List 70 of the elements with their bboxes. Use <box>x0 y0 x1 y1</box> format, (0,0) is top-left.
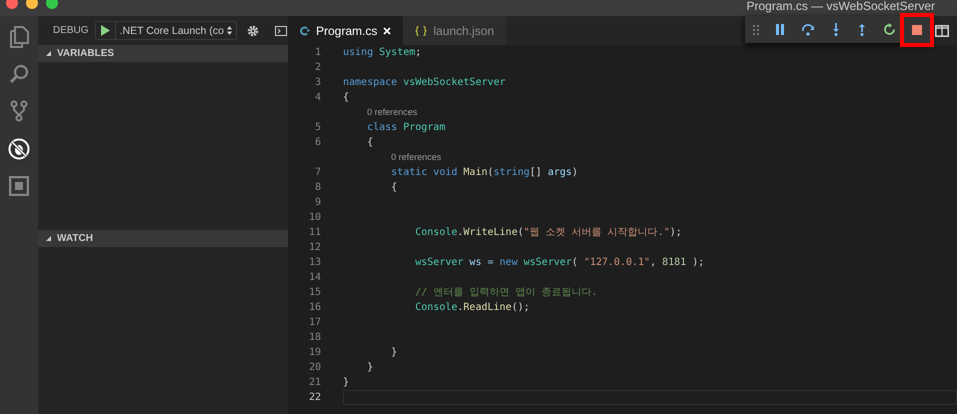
line-number: 21 <box>308 376 321 390</box>
line-number: 16 <box>308 301 321 315</box>
code-line: { <box>391 181 398 195</box>
line-number: 7 <box>314 166 321 180</box>
split-editor-icon[interactable] <box>935 25 949 37</box>
git-branch-icon[interactable] <box>10 100 28 122</box>
code-line: { <box>367 136 374 150</box>
configuration-name: .NET Core Launch (co <box>120 24 224 36</box>
code-line: } <box>391 346 398 360</box>
settings-icon[interactable] <box>246 24 259 36</box>
section-header[interactable]: WATCH <box>38 230 288 246</box>
line-number: 17 <box>308 316 321 330</box>
code-line: } <box>343 376 350 390</box>
line-number: 2 <box>314 61 321 75</box>
line-number: 1 <box>314 46 321 60</box>
line-number: 22 <box>308 391 321 405</box>
search-icon[interactable] <box>9 64 29 84</box>
close-window-control[interactable] <box>6 0 18 9</box>
codelens-reference-count[interactable]: 0 references <box>391 150 442 165</box>
editor-tab[interactable]: Program.cs <box>288 16 404 45</box>
code-comment: // 엔터를 입력하면 앱이 종료됩니다. <box>415 286 598 300</box>
step-out-button[interactable] <box>857 23 867 36</box>
play-icon <box>100 25 110 36</box>
editor-tab[interactable]: launch.json <box>403 16 506 45</box>
extensions-icon[interactable] <box>9 176 29 196</box>
line-number: 4 <box>314 91 321 105</box>
line-number: 13 <box>308 256 321 270</box>
codelens-reference-count[interactable]: 0 references <box>367 105 418 120</box>
drag-handle-icon[interactable] <box>753 24 759 34</box>
line-number: 18 <box>308 331 321 345</box>
window-title: Program.cs — vsWebSocketServer <box>746 0 935 12</box>
step-into-button[interactable] <box>831 23 841 36</box>
line-number: 12 <box>308 241 321 255</box>
code-line: Console.ReadLine(); <box>415 301 530 315</box>
line-number: 8 <box>314 181 321 195</box>
line-number: 3 <box>314 76 321 90</box>
step-over-button[interactable] <box>801 24 815 36</box>
line-number: 11 <box>308 226 321 240</box>
line-number: 15 <box>308 286 321 300</box>
close-icon[interactable] <box>383 26 392 34</box>
line-number: 14 <box>308 271 321 285</box>
maximize-window-control[interactable] <box>46 0 58 9</box>
launch-configuration-select[interactable]: .NET Core Launch (co <box>94 21 237 40</box>
line-number: 5 <box>314 121 321 135</box>
files-icon[interactable] <box>9 26 29 48</box>
up-down-icon <box>226 26 232 35</box>
section-header[interactable]: VARIABLES <box>38 45 288 62</box>
code-line: } <box>367 361 374 375</box>
code-line: class Program <box>367 121 446 135</box>
line-number: 9 <box>314 196 321 210</box>
line-number: 19 <box>308 346 321 360</box>
code-line: { <box>343 91 350 105</box>
code-line: wsServer ws = new wsServer( "127.0.0.1", 8181 ); <box>415 256 704 270</box>
braces-icon <box>415 26 428 36</box>
csharp-file-icon <box>300 26 310 36</box>
minimize-window-control[interactable] <box>26 0 38 9</box>
line-number: 6 <box>314 136 321 150</box>
code-line: namespace vsWebSocketServer <box>343 76 506 90</box>
no-bug-icon[interactable] <box>8 138 30 160</box>
code-line: static void Main(string[] args) <box>391 166 578 180</box>
line-number: 20 <box>308 361 321 375</box>
code-line: Console.WriteLine("웹 소켓 서버를 시작합니다."); <box>415 226 682 240</box>
restart-button[interactable] <box>883 23 896 36</box>
pause-button[interactable] <box>775 24 785 35</box>
stop-button[interactable] <box>900 12 934 46</box>
line-number: 10 <box>308 211 321 225</box>
stop-icon <box>912 24 922 34</box>
panel-title: DEBUG <box>53 25 89 36</box>
console-icon[interactable] <box>274 26 287 36</box>
code-line: using System; <box>343 46 422 60</box>
